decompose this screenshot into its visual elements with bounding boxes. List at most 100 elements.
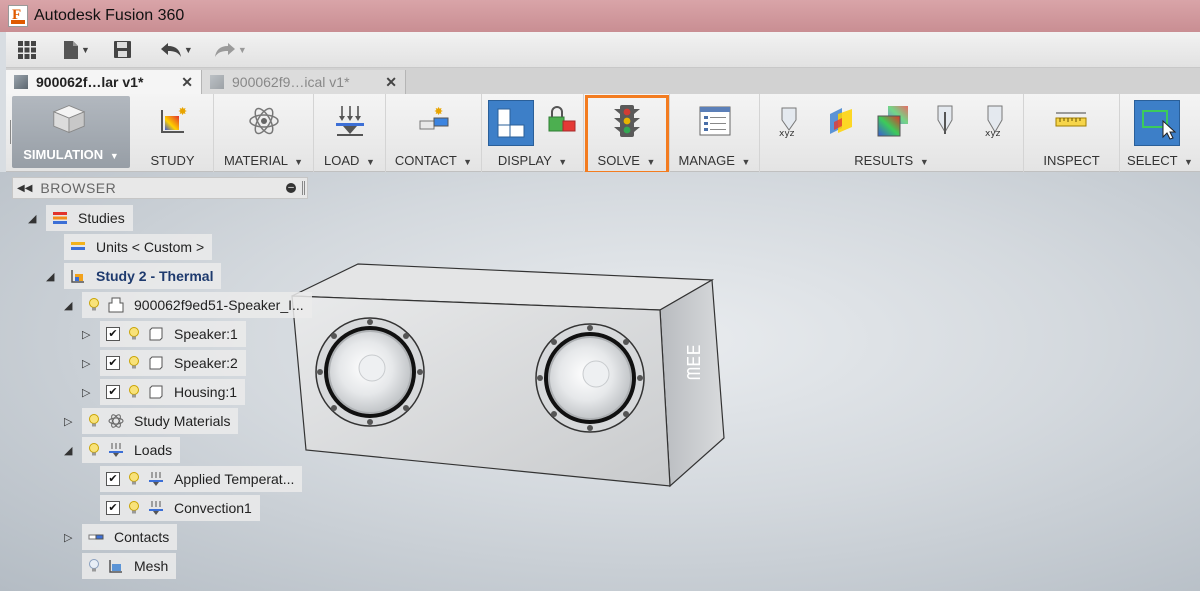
visibility-checkbox[interactable]: ✔ [106,501,120,515]
expand-triangle-icon[interactable]: ▷ [82,357,94,370]
lightbulb-icon[interactable] [128,327,140,341]
convection-load-icon [149,501,163,515]
tree-node-contacts[interactable]: ▷ Contacts [64,524,178,550]
results-label: RESULTS [854,153,914,168]
collapse-triangle-icon[interactable]: ◢ [64,299,76,312]
visibility-checkbox[interactable]: ✔ [106,472,120,486]
tab-label: 900062f…lar v1* [36,74,144,90]
undo-button[interactable]: ▼ [160,42,193,57]
tree-node-component[interactable]: ◢ 900062f9ed51-Speaker_I... [64,292,312,318]
tree-node-speaker-1[interactable]: ▷ ✔ Speaker:1 [82,321,246,347]
inspect-label: INSPECT [1043,153,1100,168]
chevron-down-icon: ▼ [558,157,568,167]
manage-group[interactable]: MANAGE ▼ [670,94,760,172]
close-icon[interactable]: ✕ [181,74,193,91]
tree-node-speaker-2[interactable]: ▷ ✔ Speaker:2 [82,350,246,376]
collapse-triangle-icon[interactable]: ◢ [46,270,58,283]
chevron-down-icon: ▼ [294,157,304,167]
display-group[interactable]: DISPLAY ▼ [482,94,584,172]
select-cursor-icon [1142,110,1177,140]
grid-icon [18,40,36,59]
speaker-model[interactable]: ᗰEE [280,260,730,490]
collapse-triangle-icon[interactable]: ◢ [28,212,40,225]
tree-node-loads[interactable]: ◢ Loads [64,437,181,463]
tab-label: 900062f9…ical v1* [232,74,350,90]
collapse-panel-icon[interactable]: ◀◀ [17,183,32,194]
tree-node-study-materials[interactable]: ▷ Study Materials [64,408,239,434]
units-icon [71,242,85,250]
title-bar: F Autodesk Fusion 360 [0,0,1200,32]
solve-group[interactable]: SOLVE ▼ [584,94,670,172]
chevron-down-icon: ▼ [81,44,90,55]
workspace-switcher[interactable]: SIMULATION ▼ [12,96,130,168]
tree-node-study-2[interactable]: ◢ Study 2 - Thermal [46,263,222,289]
load-group[interactable]: LOAD ▼ [314,94,386,172]
load-icon [109,443,123,457]
data-panel-button[interactable] [18,40,36,59]
load-icon [336,106,364,136]
svg-text:xyz: xyz [779,129,795,138]
lightbulb-icon[interactable] [128,356,140,370]
tree-node-mesh[interactable]: Mesh [82,553,177,579]
contact-label: CONTACT [394,153,457,168]
study-label: STUDY [150,153,195,168]
lightbulb-icon[interactable] [128,472,140,486]
expand-triangle-icon[interactable]: ▷ [82,386,94,399]
chevron-down-icon: ▼ [646,157,656,167]
tree-node-convection[interactable]: ✔ Convection1 [100,495,260,521]
material-group[interactable]: MATERIAL ▼ [214,94,314,172]
expand-triangle-icon[interactable]: ▷ [64,531,76,544]
expand-triangle-icon[interactable]: ▷ [82,328,94,341]
left-woofer [315,317,425,427]
result-compare-icon [877,106,908,137]
file-menu-button[interactable]: ▼ [64,40,90,59]
close-icon[interactable]: ✕ [385,74,397,91]
right-woofer [535,323,645,433]
select-box-button[interactable] [1134,100,1180,146]
select-group[interactable]: SELECT ▼ [1120,94,1200,172]
lightbulb-icon[interactable] [88,443,100,457]
load-label: LOAD [324,153,360,168]
collapse-triangle-icon[interactable]: ◢ [64,444,76,457]
atom-icon [249,107,279,135]
quick-access-toolbar: ▼ ▼ ▼ [6,32,1200,68]
expand-triangle-icon[interactable]: ▷ [64,415,76,428]
study-group[interactable]: ✸ STUDY [132,94,214,172]
redo-icon [214,42,235,57]
tree-label: Contacts [114,529,170,545]
toolbar-ribbon: SIMULATION ▼ ✸ STUDY MATERIAL ▼ LOAD ▼ ✸ [6,94,1200,172]
visibility-checkbox[interactable]: ✔ [106,327,120,341]
component-icon [14,75,28,89]
lightbulb-icon[interactable] [88,559,100,573]
inspect-group[interactable]: INSPECT [1024,94,1120,172]
document-tab-active[interactable]: 900062f…lar v1* ✕ [6,70,202,94]
fusion-app-icon[interactable]: F [8,5,28,27]
select-label: SELECT [1127,153,1178,168]
display-settings-button[interactable] [488,100,534,146]
layout-icon [497,108,525,138]
redo-button[interactable]: ▼ [214,42,247,57]
browser-panel-header[interactable]: ◀◀ BROWSER – [12,177,308,199]
visibility-checkbox[interactable]: ✔ [106,385,120,399]
contact-group[interactable]: ✸ CONTACT ▼ [386,94,482,172]
tree-node-housing-1[interactable]: ▷ ✔ Housing:1 [82,379,246,405]
contact-icon [88,534,104,540]
lightbulb-icon[interactable] [128,501,140,515]
chevron-down-icon: ▼ [183,44,193,55]
save-button[interactable] [113,41,131,58]
file-icon [64,40,78,59]
manage-label: MANAGE [678,153,735,168]
probe-xyz-icon: xyz [985,105,1003,138]
tree-node-units[interactable]: Units < Custom > [64,234,213,260]
lightbulb-icon[interactable] [128,385,140,399]
minus-circle-icon[interactable]: – [286,183,296,193]
document-tab-inactive[interactable]: 900062f9…ical v1* ✕ [202,70,406,94]
lightbulb-icon[interactable] [88,414,100,428]
tree-node-applied-temperature[interactable]: ✔ Applied Temperat... [100,466,303,492]
tree-node-studies[interactable]: ◢ Studies [28,205,133,231]
results-group[interactable]: xyz xyz RESULTS ▼ [760,94,1024,172]
lightbulb-icon[interactable] [88,298,100,312]
body-icon [149,327,163,341]
section-plane-icon [830,108,852,134]
visibility-checkbox[interactable]: ✔ [106,356,120,370]
